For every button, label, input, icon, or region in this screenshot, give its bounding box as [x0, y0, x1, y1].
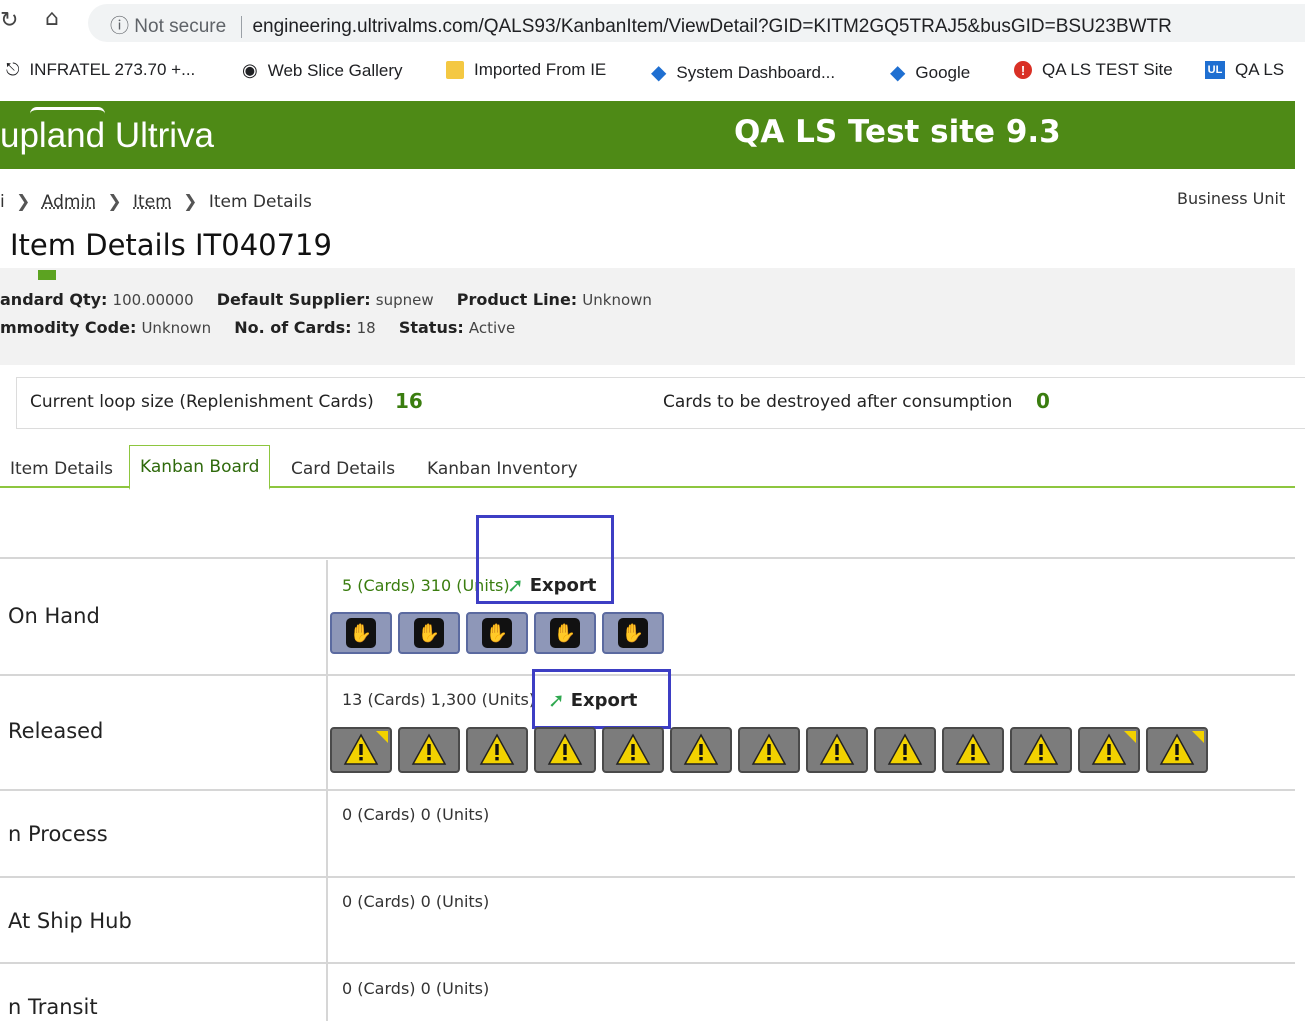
warning-icon: [819, 733, 855, 765]
ul-icon: UL: [1205, 61, 1225, 79]
bookmark-google[interactable]: ◆ Google: [890, 60, 970, 85]
board-divider: [0, 876, 1295, 878]
url-value[interactable]: engineering.ultrivalms.com/QALS93/Kanban…: [252, 16, 1171, 37]
breadcrumb-home[interactable]: i: [0, 192, 5, 212]
warning-icon: [1023, 733, 1059, 765]
bookmark-qa-ls[interactable]: UL QA LS: [1205, 60, 1284, 80]
hand-icon: ✋: [550, 618, 580, 648]
warning-icon: [683, 733, 719, 765]
board-divider: [0, 962, 1295, 964]
released-card[interactable]: [738, 727, 800, 773]
loop-size-value: 16: [395, 389, 423, 413]
lane-label-ship-hub: At Ship Hub: [8, 909, 132, 933]
lane-count-in-transit: 0 (Cards) 0 (Units): [342, 979, 490, 998]
lane-count-in-process: 0 (Cards) 0 (Units): [342, 805, 490, 824]
lane-count-released: 13 (Cards) 1,300 (Units): [342, 690, 536, 709]
on-hand-card[interactable]: ✋: [466, 612, 528, 654]
lane-label-released: Released: [8, 719, 104, 743]
lane-label-in-transit: n Transit: [8, 995, 98, 1019]
warning-icon: [615, 733, 651, 765]
globe-icon: ◉: [242, 60, 258, 80]
breadcrumb-current: Item Details: [208, 192, 312, 212]
loop-size-label: Current loop size (Replenishment Cards): [30, 392, 374, 412]
bookmark-system-dashboard[interactable]: ◆ System Dashboard...: [651, 60, 835, 85]
card-corner-flag: [1124, 731, 1136, 743]
destroy-cards-value: 0: [1036, 389, 1050, 413]
diamond-icon: ◆: [890, 62, 906, 84]
diamond-icon: ◆: [651, 62, 667, 84]
warning-icon: [1159, 733, 1195, 765]
summary-line-1: andard Qty: 100.00000 Default Supplier: …: [0, 290, 652, 309]
bookmark-infratel[interactable]: ⎋ INFRATEL 273.70 +...: [6, 60, 195, 80]
warning-icon: [1091, 733, 1127, 765]
tab-card-details[interactable]: Card Details: [281, 452, 405, 486]
on-hand-card[interactable]: ✋: [534, 612, 596, 654]
card-corner-flag: [1192, 731, 1204, 743]
info-icon[interactable]: ⓘ: [110, 16, 129, 37]
hand-icon: ✋: [618, 618, 648, 648]
bookmark-icon: ⎋: [6, 60, 20, 79]
alert-icon: !: [1014, 61, 1032, 79]
destroy-cards-label: Cards to be destroyed after consumption: [663, 392, 1013, 412]
item-summary: [0, 268, 1295, 365]
released-card[interactable]: [398, 727, 460, 773]
board-column-divider: [326, 560, 328, 1021]
security-label: Not secure: [134, 16, 227, 37]
category-color-swatch: [38, 270, 56, 280]
on-hand-card[interactable]: ✋: [398, 612, 460, 654]
warning-icon: [411, 733, 447, 765]
tab-kanban-inventory[interactable]: Kanban Inventory: [417, 452, 588, 486]
released-cards: [330, 727, 1208, 773]
released-card[interactable]: [670, 727, 732, 773]
lane-label-on-hand: On Hand: [8, 604, 100, 628]
home-icon[interactable]: ⌂: [45, 6, 59, 31]
hand-icon: ✋: [346, 618, 376, 648]
page-title: Item Details IT040719: [10, 228, 332, 262]
bookmark-imported[interactable]: Imported From IE: [446, 60, 606, 80]
lane-label-in-process: n Process: [8, 822, 108, 846]
board-divider: [0, 789, 1295, 791]
lane-count-ship-hub: 0 (Cards) 0 (Units): [342, 892, 490, 911]
business-unit-label[interactable]: Business Unit: [1177, 189, 1285, 208]
tab-kanban-board[interactable]: Kanban Board: [129, 445, 271, 490]
released-card[interactable]: [1146, 727, 1208, 773]
brand-logo[interactable]: upland Ultriva: [0, 116, 214, 156]
address-text[interactable]: ⓘ Not secure engineering.ultrivalms.com/…: [110, 11, 1172, 38]
warning-icon: [751, 733, 787, 765]
site-title: QA LS Test site 9.3: [734, 114, 1061, 150]
released-card[interactable]: [602, 727, 664, 773]
card-corner-flag: [376, 731, 388, 743]
released-card[interactable]: [534, 727, 596, 773]
released-card[interactable]: [1078, 727, 1140, 773]
hand-icon: ✋: [482, 618, 512, 648]
released-card[interactable]: [942, 727, 1004, 773]
bookmark-qa-ls-test[interactable]: ! QA LS TEST Site: [1014, 60, 1173, 80]
highlight-box: [476, 515, 614, 604]
released-card[interactable]: [806, 727, 868, 773]
brand-arc-icon: [30, 107, 105, 114]
folder-icon: [446, 61, 464, 79]
warning-icon: [343, 733, 379, 765]
warning-icon: [479, 733, 515, 765]
breadcrumb-item[interactable]: Item: [133, 192, 172, 212]
breadcrumb: i ❯ Admin ❯ Item ❯ Item Details: [0, 192, 312, 212]
highlight-box: [532, 669, 671, 729]
reload-icon[interactable]: ↻: [0, 8, 18, 33]
warning-icon: [955, 733, 991, 765]
bookmark-web-slice[interactable]: ◉ Web Slice Gallery: [242, 60, 403, 81]
released-card[interactable]: [874, 727, 936, 773]
board-divider: [0, 557, 1295, 559]
on-hand-cards: ✋ ✋ ✋ ✋ ✋: [330, 612, 664, 654]
tab-item-details[interactable]: Item Details: [0, 452, 123, 486]
released-card[interactable]: [466, 727, 528, 773]
released-card[interactable]: [330, 727, 392, 773]
released-card[interactable]: [1010, 727, 1072, 773]
breadcrumb-admin[interactable]: Admin: [42, 192, 96, 212]
on-hand-card[interactable]: ✋: [330, 612, 392, 654]
warning-icon: [887, 733, 923, 765]
warning-icon: [547, 733, 583, 765]
hand-icon: ✋: [414, 618, 444, 648]
on-hand-card[interactable]: ✋: [602, 612, 664, 654]
summary-line-2: mmodity Code: Unknown No. of Cards: 18 S…: [0, 318, 516, 337]
